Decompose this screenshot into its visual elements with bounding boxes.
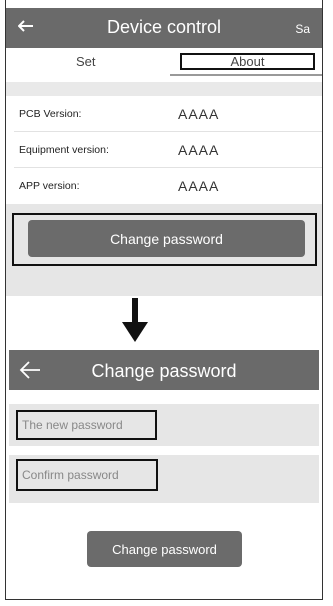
down-arrow-icon [122, 298, 148, 342]
change-password-button[interactable]: Change password [28, 220, 305, 257]
page-title: Device control [106, 17, 222, 37]
change-password-submit-button[interactable]: Change password [87, 531, 242, 567]
confirm-password-input[interactable]: Confirm password [16, 459, 158, 491]
tab-about[interactable]: About [180, 53, 315, 70]
app-version-label: APP version: [19, 180, 80, 192]
version-info-list: PCB Version: AAAA Equipment version: AAA… [6, 96, 322, 204]
section-divider [6, 82, 322, 96]
equipment-version-label: Equipment version: [19, 144, 109, 156]
pcb-version-value: AAAA [178, 106, 220, 122]
list-item: PCB Version: AAAA [6, 96, 322, 132]
tab-set[interactable]: Set [76, 54, 96, 69]
list-item: Equipment version: AAAA [6, 132, 322, 168]
header-bar: Device control Sa [6, 8, 322, 48]
pcb-version-label: PCB Version: [19, 108, 82, 120]
app-version-value: AAAA [178, 178, 220, 194]
active-tab-underline [170, 74, 322, 76]
tab-bar: Set About [6, 48, 322, 82]
page-title: Change password [91, 361, 237, 381]
list-item: APP version: AAAA [6, 168, 322, 204]
equipment-version-value: AAAA [178, 142, 220, 158]
new-password-input[interactable]: The new password [16, 410, 157, 440]
header-right-text[interactable]: Sa [295, 22, 310, 36]
change-password-header: Change password [9, 350, 319, 390]
